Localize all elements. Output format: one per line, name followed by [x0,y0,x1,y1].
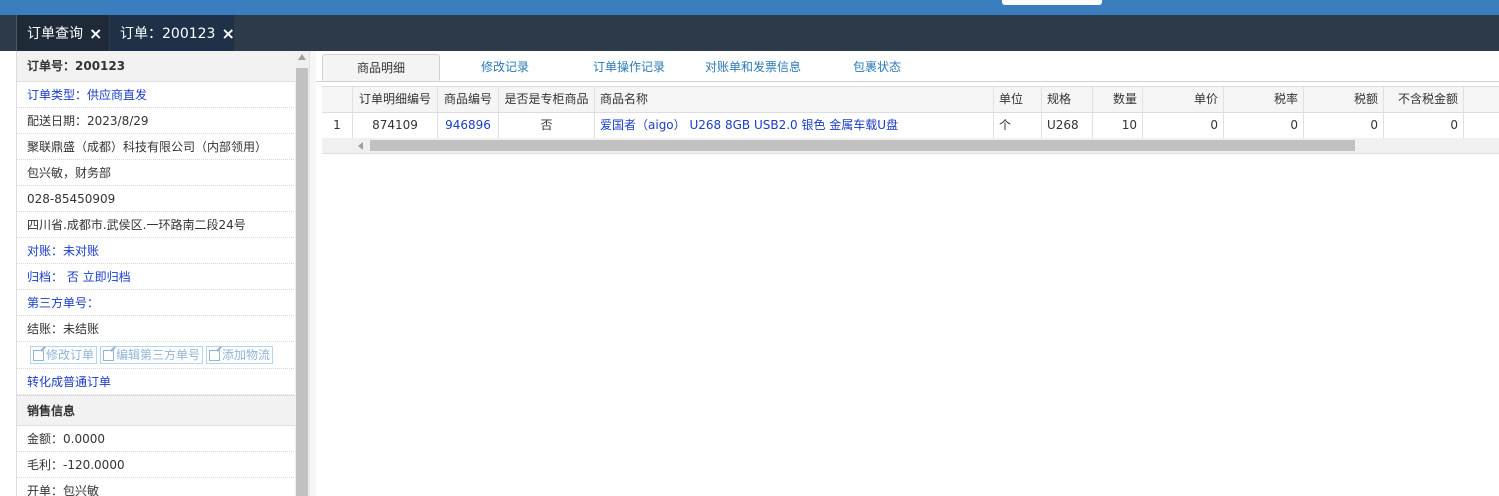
edit-order-label: 修改订单 [46,348,95,362]
scroll-left-icon[interactable] [358,142,363,150]
sales-amount: 金额：0.0000 [17,426,296,452]
product-id-link[interactable]: 946896 [438,113,499,138]
tab-statement-invoice[interactable]: 对账单和发票信息 [694,54,812,81]
col-spec[interactable]: 规格 [1042,87,1093,112]
col-rownum [322,87,353,112]
tab-order-detail[interactable]: 订单：200123 × [110,15,235,51]
third-party-number[interactable]: 第三方单号： [17,290,296,316]
settlement-status: 结账：未结账 [17,316,296,342]
action-buttons: 修改订单 编辑第三方单号 添加物流 [17,342,296,369]
delivery-date: 配送日期：2023/8/29 [17,108,296,134]
panel-splitter[interactable] [309,51,316,496]
order-number: 订单号：200123 [17,51,296,82]
amount-excl-tax-value: 0 [1384,113,1464,138]
top-search-input[interactable] [1002,0,1102,5]
tax-rate-value: 0 [1224,113,1304,138]
edit-order-button[interactable]: 修改订单 [30,346,98,364]
grid-horizontal-scrollbar[interactable] [322,138,1499,154]
tab-modification-log[interactable]: 修改记录 [446,54,564,81]
product-name-link[interactable]: 爱国者（aigo） U268 8GB USB2.0 银色 金属车载U盘 [595,113,994,138]
detail-id: 874109 [353,113,438,138]
shipping-address: 四川省.成都市.武侯区.一环路南二段24号 [17,212,296,238]
unit-price-value: 0 [1143,113,1224,138]
tab-bar: 订单查询 × 订单：200123 × [0,15,1499,51]
main-panel: 商品明细 修改记录 订单操作记录 对账单和发票信息 包裹状态 订单明细编号 商品… [316,51,1499,496]
col-product-name[interactable]: 商品名称 [595,87,994,112]
detail-subtabs: 商品明细 修改记录 订单操作记录 对账单和发票信息 包裹状态 [316,51,1499,82]
col-unit-price[interactable]: 单价 [1143,87,1224,112]
is-counter-value: 否 [499,113,595,138]
tax-amount-value: 0 [1304,113,1384,138]
left-panel-scrollbar[interactable] [295,51,309,496]
col-unit[interactable]: 单位 [994,87,1042,112]
order-type: 订单类型：供应商直发 [17,82,296,108]
company-name: 聚联鼎盛（成都）科技有限公司（内部领用） [17,134,296,160]
edit-icon [33,349,44,361]
product-grid: 订单明细编号 商品编号 是否是专柜商品 商品名称 单位 规格 数量 单价 税率 … [322,86,1499,139]
convert-to-normal-order-link[interactable]: 转化成普通订单 [17,369,296,395]
top-header-bar [0,0,1499,15]
close-icon[interactable]: × [89,24,102,43]
close-icon[interactable]: × [221,24,234,43]
row-number: 1 [322,113,353,138]
add-logistics-button[interactable]: 添加物流 [206,346,274,364]
col-tax-rate[interactable]: 税率 [1224,87,1304,112]
tab-operation-log[interactable]: 订单操作记录 [568,54,690,81]
col-is-counter[interactable]: 是否是专柜商品 [499,87,595,112]
sales-info-title: 销售信息 [17,395,296,426]
edit-third-party-label: 编辑第三方单号 [116,348,201,362]
col-quantity[interactable]: 数量 [1093,87,1143,112]
edit-icon [103,349,115,361]
tab-label: 订单：200123 [120,26,216,42]
grid-header: 订单明细编号 商品编号 是否是专柜商品 商品名称 单位 规格 数量 单价 税率 … [322,86,1499,113]
archive-status[interactable]: 归档： 否 立即归档 [17,264,296,290]
quantity-value: 10 [1093,113,1143,138]
add-logistics-label: 添加物流 [222,348,271,362]
contact-person: 包兴敏，财务部 [17,160,296,186]
scroll-thumb[interactable] [370,140,1355,151]
phone-number: 028-85450909 [17,186,296,212]
scroll-up-icon[interactable] [298,54,306,60]
edit-third-party-button[interactable]: 编辑第三方单号 [100,346,204,364]
col-amount-excl-tax[interactable]: 不含税金额 [1384,87,1464,112]
col-extra [1464,87,1499,112]
scroll-thumb[interactable] [296,68,308,496]
extra-value [1464,113,1499,138]
col-product-id[interactable]: 商品编号 [438,87,499,112]
col-tax-amount[interactable]: 税额 [1304,87,1384,112]
spec-value: U268 [1042,113,1093,138]
tab-order-query[interactable]: 订单查询 × [16,15,109,51]
table-row[interactable]: 1 874109 946896 否 爱国者（aigo） U268 8GB USB… [322,113,1499,139]
tab-label: 订单查询 [27,26,83,42]
creator: 开单：包兴敏 [17,478,296,496]
tab-package-status[interactable]: 包裹状态 [816,54,938,81]
edit-icon [209,349,221,361]
unit-value: 个 [994,113,1042,138]
tab-product-details[interactable]: 商品明细 [322,54,440,81]
col-detail-id[interactable]: 订单明细编号 [353,87,438,112]
gross-profit: 毛利：-120.0000 [17,452,296,478]
reconcile-status[interactable]: 对账：未对账 [17,238,296,264]
order-info-panel: 订单号：200123 订单类型：供应商直发 配送日期：2023/8/29 聚联鼎… [16,51,296,496]
